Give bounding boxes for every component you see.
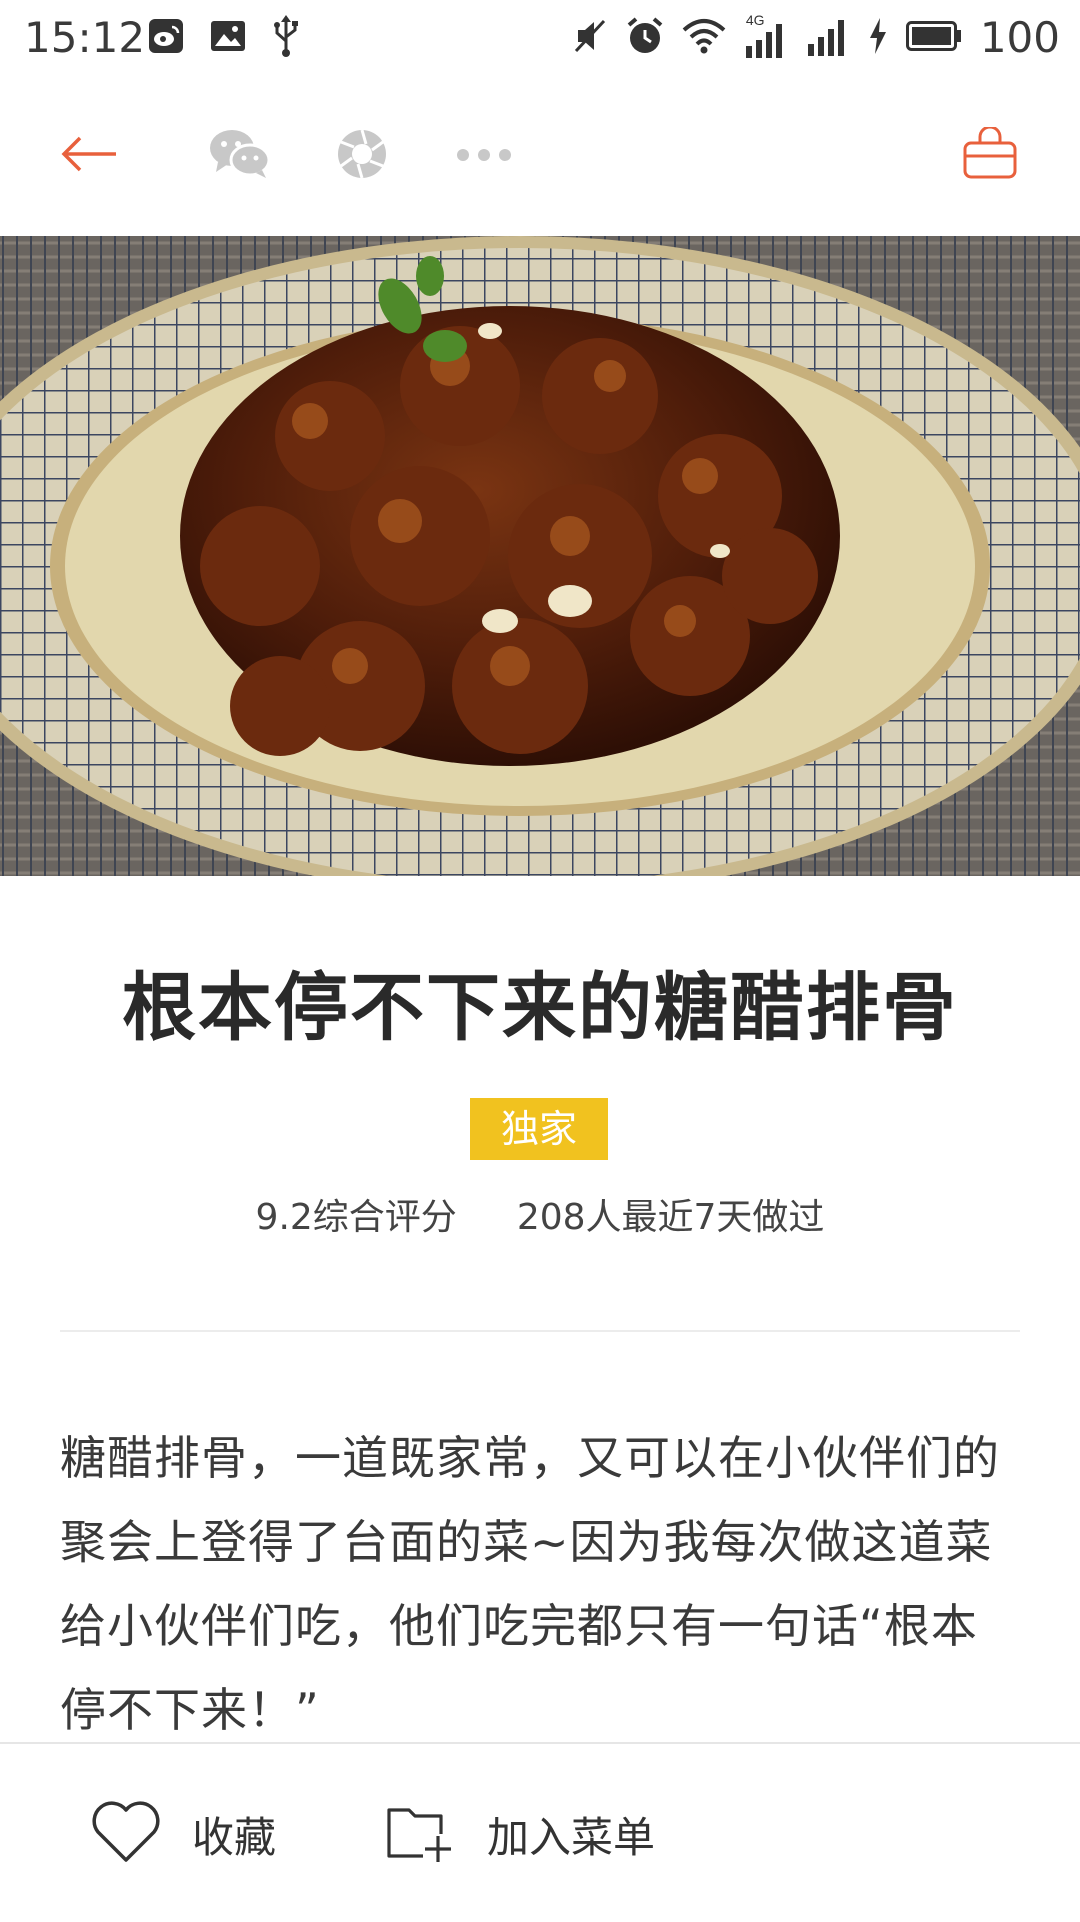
recipe-description: 糖醋排骨，一道既家常，又可以在小伙伴们的聚会上登得了台面的菜~因为我每次做这道菜… bbox=[60, 1431, 1000, 1737]
recipe-hero-image bbox=[0, 236, 1080, 876]
favorite-button[interactable]: 收藏 bbox=[90, 1794, 276, 1874]
battery-icon bbox=[905, 21, 962, 55]
rating-text: 9.2综合评分 bbox=[255, 1197, 457, 1238]
weibo-icon bbox=[148, 18, 184, 58]
divider bbox=[60, 1330, 1020, 1332]
add-to-menu-label: 加入菜单 bbox=[487, 1812, 656, 1862]
mute-icon bbox=[574, 17, 608, 59]
shopping-basket-icon bbox=[962, 125, 1018, 185]
battery-percent: 100 bbox=[979, 13, 1060, 62]
status-right-icons: 4G 100 bbox=[574, 12, 1060, 64]
add-to-menu-button[interactable]: 加入菜单 bbox=[385, 1794, 655, 1874]
wechat-icon bbox=[208, 128, 272, 184]
alarm-icon bbox=[626, 16, 664, 60]
more-button[interactable] bbox=[444, 116, 524, 196]
back-button[interactable] bbox=[50, 116, 130, 196]
folder-add-icon bbox=[385, 1800, 457, 1868]
more-icon bbox=[456, 147, 512, 166]
status-bar: 15:12 4G 100 bbox=[0, 0, 1080, 76]
status-left-icons bbox=[148, 14, 300, 62]
made-count-text: 208人最近7天做过 bbox=[516, 1197, 825, 1238]
top-toolbar bbox=[0, 76, 1080, 236]
back-arrow-icon bbox=[60, 134, 120, 178]
recipe-stats: 9.2综合评分 208人最近7天做过 bbox=[0, 1190, 1080, 1246]
wifi-icon bbox=[682, 18, 726, 58]
exclusive-badge: 独家 bbox=[470, 1098, 608, 1160]
signal-icon bbox=[806, 16, 850, 60]
signal-4g-icon: 4G bbox=[744, 12, 788, 60]
basket-button[interactable] bbox=[950, 116, 1030, 196]
share-wechat-button[interactable] bbox=[200, 116, 280, 196]
bottom-action-bar: 收藏 加入菜单 bbox=[0, 1742, 1080, 1922]
usb-icon bbox=[272, 15, 300, 61]
image-icon bbox=[210, 20, 246, 56]
moments-icon bbox=[336, 128, 388, 184]
charging-icon bbox=[868, 18, 888, 58]
dish-photo bbox=[0, 236, 1080, 876]
status-time: 15:12 bbox=[24, 13, 146, 62]
heart-icon bbox=[90, 1800, 162, 1868]
recipe-title: 根本停不下来的糖醋排骨 bbox=[122, 965, 958, 1051]
share-moments-button[interactable] bbox=[322, 116, 402, 196]
favorite-label: 收藏 bbox=[192, 1812, 277, 1862]
